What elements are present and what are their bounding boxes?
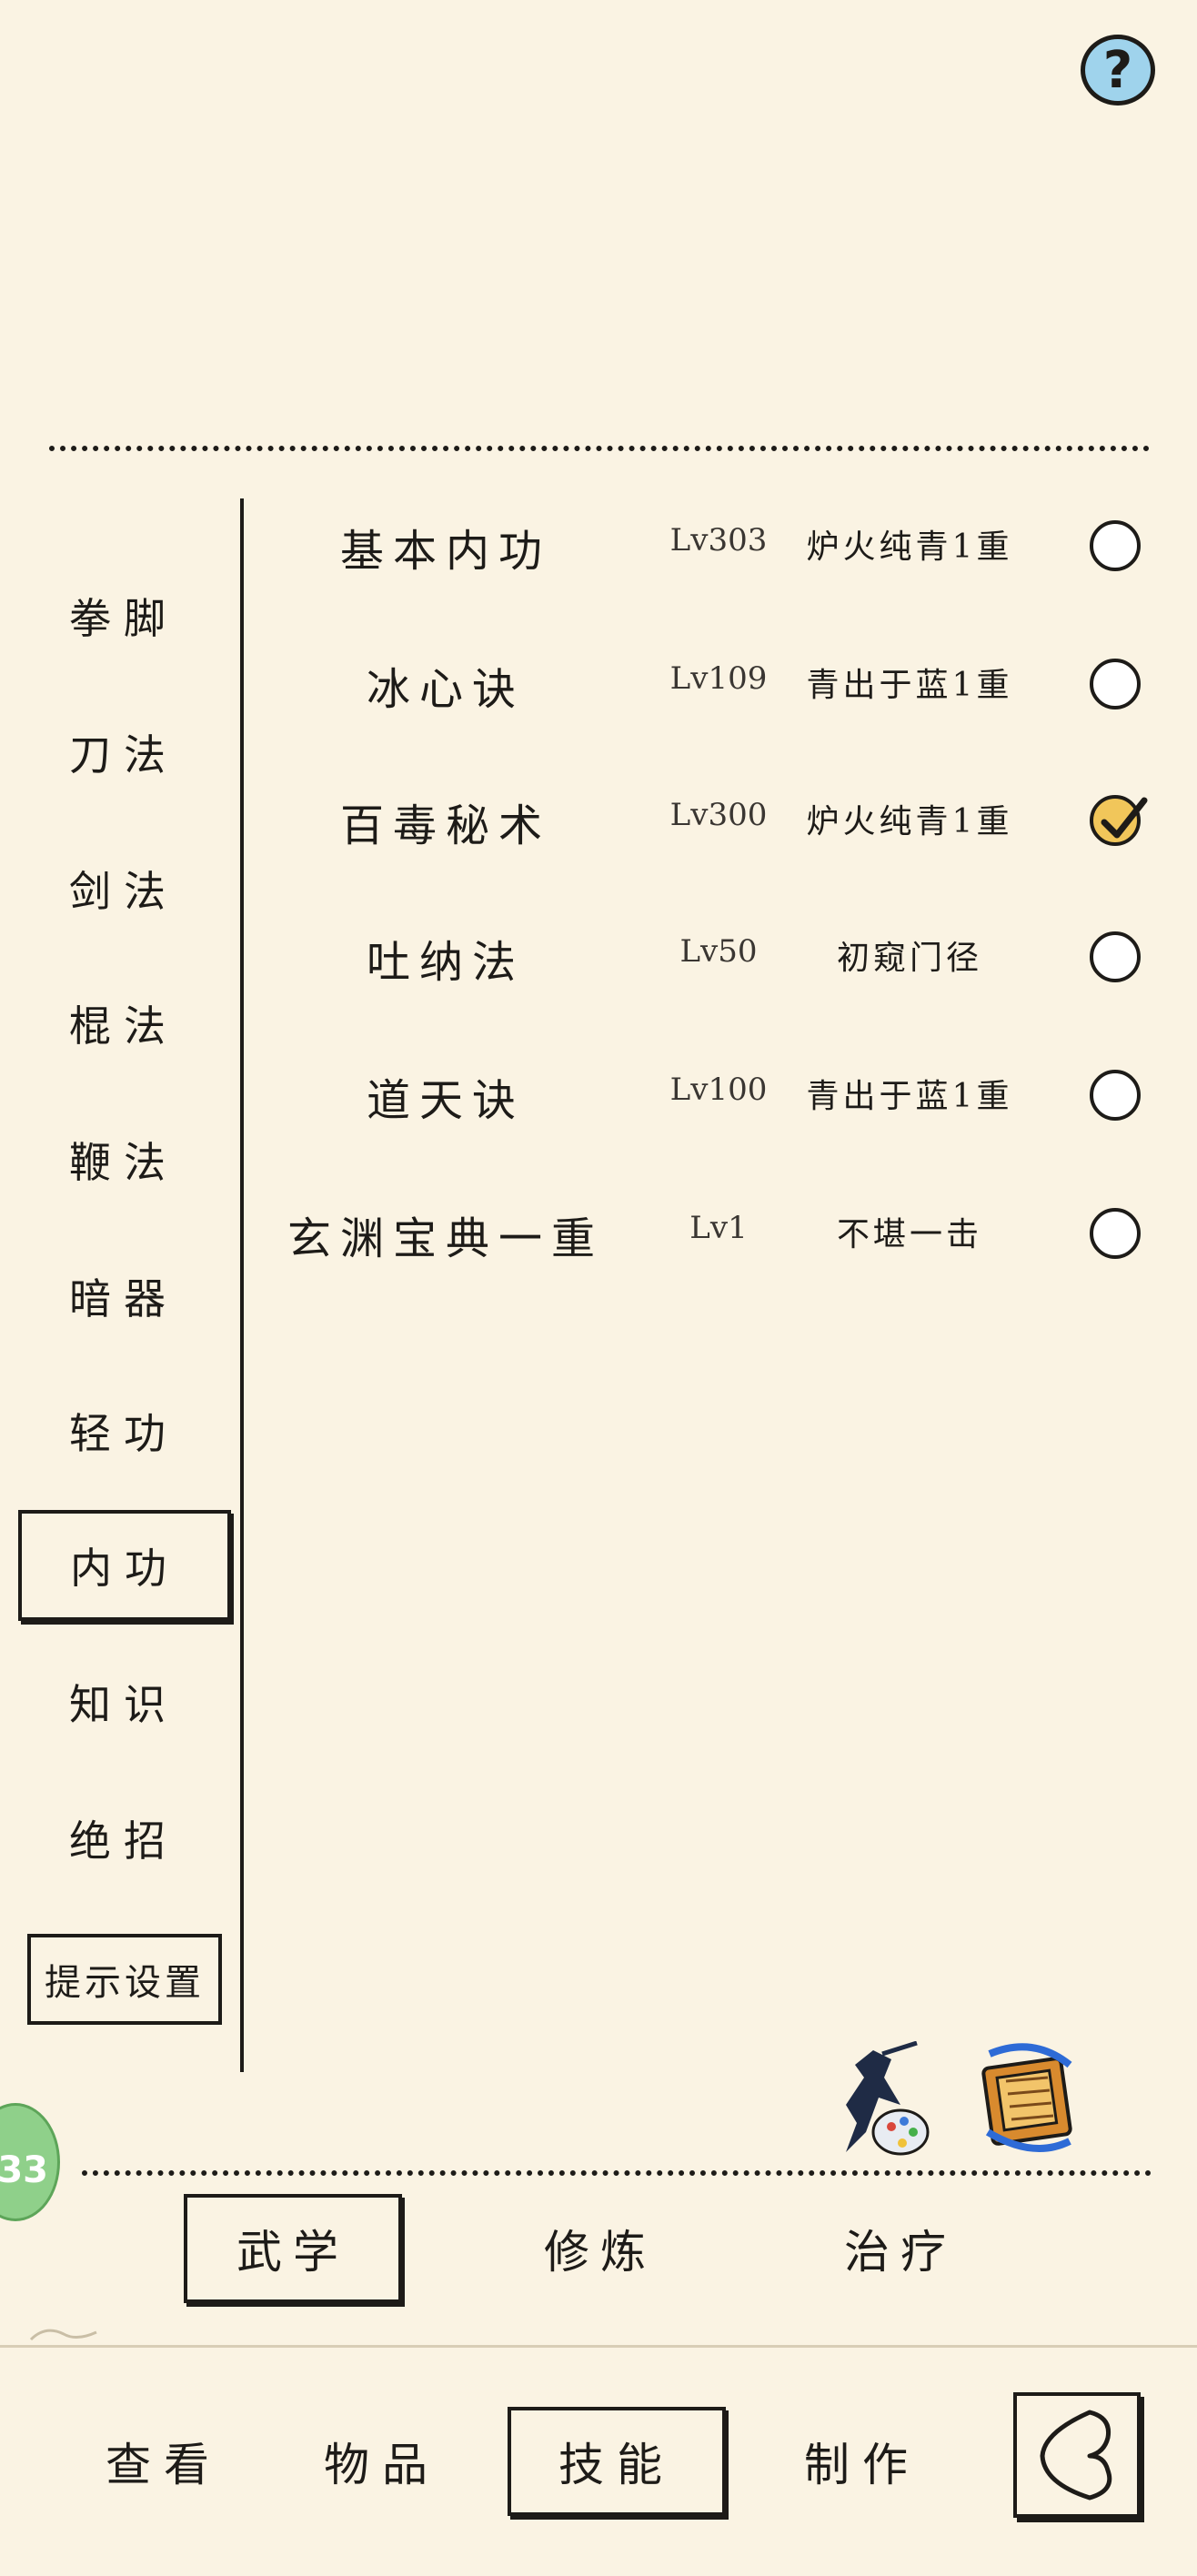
skill-rank: 青出于蓝1重 — [806, 667, 1013, 704]
skill-rank: 炉火纯青1重 — [806, 803, 1013, 840]
skill-rank: 初窥门径 — [836, 940, 982, 977]
skill-checkbox[interactable] — [1090, 520, 1141, 571]
scroll-exchange-icon[interactable] — [970, 2041, 1088, 2159]
category-bianfa[interactable]: 鞭法 — [18, 1106, 229, 1213]
nav-crafting[interactable]: 制作 — [771, 2407, 953, 2516]
category-neigong[interactable]: 内功 — [18, 1510, 231, 1621]
nav-items[interactable]: 物品 — [291, 2407, 473, 2516]
hint-settings-button[interactable]: 提示设置 — [27, 1934, 222, 2025]
help-button[interactable]: ? — [1081, 35, 1155, 106]
tab-wuxue[interactable]: 武学 — [184, 2194, 402, 2303]
category-qinggong[interactable]: 轻功 — [18, 1377, 229, 1484]
skill-checkbox[interactable] — [1090, 795, 1148, 846]
skill-level: Lv300 — [669, 797, 768, 833]
skill-checkbox[interactable] — [1090, 931, 1141, 982]
skill-checkbox[interactable] — [1090, 659, 1141, 709]
tab-zhiliao[interactable]: 治疗 — [791, 2194, 1010, 2303]
skill-rank: 不堪一击 — [836, 1216, 982, 1253]
category-anqi[interactable]: 暗器 — [18, 1243, 229, 1350]
category-juezhao[interactable]: 绝招 — [18, 1785, 229, 1892]
skill-name: 基本内功 — [339, 526, 551, 577]
skill-row[interactable]: 冰心诀 Lv109 青出于蓝1重 — [273, 617, 1182, 753]
category-daofa[interactable]: 刀法 — [18, 699, 229, 806]
skill-level: Lv50 — [679, 933, 758, 970]
back-button[interactable] — [1013, 2392, 1141, 2518]
skill-checkbox[interactable] — [1090, 1070, 1141, 1121]
category-jianfa[interactable]: 剑法 — [18, 835, 229, 942]
cloud-ornament-icon — [27, 2321, 100, 2349]
skill-row[interactable]: 道天诀 Lv100 青出于蓝1重 — [273, 1028, 1182, 1164]
category-gunfa[interactable]: 棍法 — [18, 970, 229, 1077]
skill-name: 冰心诀 — [366, 664, 525, 715]
top-divider — [49, 446, 1150, 451]
skill-name: 玄渊宝典一重 — [287, 1213, 604, 1264]
skill-name: 道天诀 — [366, 1075, 525, 1126]
martial-artist-palette-icon[interactable] — [819, 2040, 931, 2159]
skill-level: Lv100 — [669, 1072, 768, 1108]
skill-row[interactable]: 基本内功 Lv303 炉火纯青1重 — [273, 478, 1182, 615]
checkmark-icon — [1101, 797, 1148, 839]
skill-checkbox[interactable] — [1090, 1208, 1141, 1259]
tab-xiulian[interactable]: 修炼 — [491, 2194, 709, 2303]
skill-level: Lv109 — [669, 660, 768, 697]
nav-view[interactable]: 查看 — [73, 2407, 255, 2516]
skill-rank: 青出于蓝1重 — [806, 1078, 1013, 1115]
skill-level: Lv303 — [669, 522, 768, 558]
skill-rank: 炉火纯青1重 — [806, 528, 1013, 566]
skill-name: 吐纳法 — [366, 937, 525, 988]
notification-badge[interactable]: 33 — [0, 2103, 60, 2221]
category-zhishi[interactable]: 知识 — [18, 1648, 229, 1756]
nav-separator — [0, 2345, 1197, 2348]
skill-row[interactable]: 吐纳法 Lv50 初窥门径 — [273, 890, 1182, 1026]
sidebar-divider — [240, 498, 244, 2072]
category-quanjiao[interactable]: 拳脚 — [18, 562, 229, 669]
nav-skills[interactable]: 技能 — [508, 2407, 726, 2516]
bottom-divider — [82, 2170, 1152, 2176]
skill-level: Lv1 — [689, 1210, 748, 1246]
skill-row[interactable]: 百毒秘术 Lv300 炉火纯青1重 — [273, 753, 1182, 890]
skill-row[interactable]: 玄渊宝典一重 Lv1 不堪一击 — [273, 1166, 1182, 1303]
skill-name: 百毒秘术 — [339, 800, 551, 851]
back-arrow-icon — [1040, 2410, 1112, 2501]
